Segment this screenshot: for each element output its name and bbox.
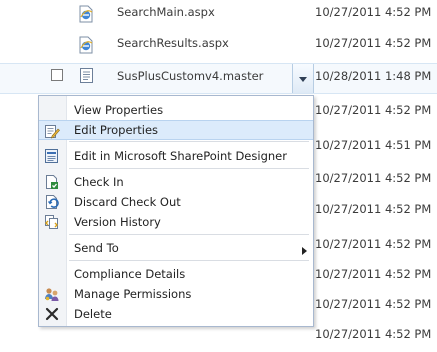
menu-item-label: Manage Permissions xyxy=(74,287,192,301)
menu-item-label: Delete xyxy=(74,307,112,321)
menu-item-label: Version History xyxy=(74,215,161,229)
delete-icon xyxy=(44,306,60,322)
modified-date: 10/27/2011 4:52 PM xyxy=(315,5,432,19)
sharepoint-designer-icon xyxy=(44,148,60,164)
menu-separator xyxy=(69,168,309,169)
file-row[interactable]: SearchResults.aspx 10/27/2011 4:52 PM xyxy=(0,31,437,61)
menu-separator xyxy=(69,234,309,235)
discard-check-out-icon xyxy=(44,194,60,210)
menu-item-version-history[interactable]: Version History xyxy=(39,212,313,232)
menu-item-send-to[interactable]: Send To xyxy=(39,238,313,258)
modified-date: 10/27/2011 4:51 PM xyxy=(315,138,432,152)
menu-item-label: View Properties xyxy=(74,103,164,117)
menu-item-compliance-details[interactable]: Compliance Details xyxy=(39,264,313,284)
menu-item-label: Check In xyxy=(74,175,124,189)
modified-date: 10/27/2011 4:52 PM xyxy=(315,267,432,281)
item-menu-button[interactable] xyxy=(292,64,314,93)
permissions-icon xyxy=(44,286,60,302)
version-history-icon xyxy=(44,214,60,230)
chevron-right-icon xyxy=(302,244,307,258)
modified-date: 10/27/2011 4:52 PM xyxy=(315,237,432,251)
file-name[interactable]: SearchMain.aspx xyxy=(117,5,215,19)
modified-date: 10/28/2011 1:48 PM xyxy=(315,69,432,83)
file-name[interactable]: SearchResults.aspx xyxy=(117,36,229,50)
ie-page-icon xyxy=(78,36,94,54)
modified-date: 10/27/2011 4:52 PM xyxy=(315,327,432,341)
menu-item-manage-permissions[interactable]: Manage Permissions xyxy=(39,284,313,304)
menu-item-label: Discard Check Out xyxy=(74,195,181,209)
file-row[interactable]: SearchMain.aspx 10/27/2011 4:52 PM xyxy=(0,0,437,30)
edit-properties-icon xyxy=(44,123,60,139)
modified-date: 10/27/2011 4:52 PM xyxy=(315,202,432,216)
item-context-menu: View Properties Edit Properties Edit in … xyxy=(38,95,314,327)
menu-item-check-in[interactable]: Check In xyxy=(39,172,313,192)
document-icon xyxy=(80,68,93,83)
menu-item-label: Send To xyxy=(74,241,119,255)
modified-date: 10/27/2011 4:52 PM xyxy=(315,103,432,117)
menu-separator xyxy=(69,141,309,142)
file-row-selected[interactable]: SusPlusCustomv4.master 10/28/2011 1:48 P… xyxy=(0,63,437,94)
ie-page-icon xyxy=(78,5,94,23)
menu-item-edit-properties[interactable]: Edit Properties xyxy=(39,120,313,140)
menu-item-label: Compliance Details xyxy=(74,267,186,281)
modified-date: 10/27/2011 4:52 PM xyxy=(315,297,432,311)
chevron-down-icon xyxy=(299,77,307,82)
menu-item-discard-check-out[interactable]: Discard Check Out xyxy=(39,192,313,212)
menu-item-label: Edit Properties xyxy=(74,123,159,137)
modified-date: 10/27/2011 4:52 PM xyxy=(315,36,432,50)
menu-item-label: Edit in Microsoft SharePoint Designer xyxy=(74,149,287,163)
check-in-icon xyxy=(44,174,60,190)
file-name[interactable]: SusPlusCustomv4.master xyxy=(117,69,263,83)
menu-item-edit-in-designer[interactable]: Edit in Microsoft SharePoint Designer xyxy=(39,146,313,166)
modified-date: 10/27/2011 4:52 PM xyxy=(315,171,432,185)
row-checkbox[interactable] xyxy=(51,69,63,81)
menu-item-view-properties[interactable]: View Properties xyxy=(39,100,313,120)
menu-separator xyxy=(69,260,309,261)
menu-item-delete[interactable]: Delete xyxy=(39,304,313,324)
